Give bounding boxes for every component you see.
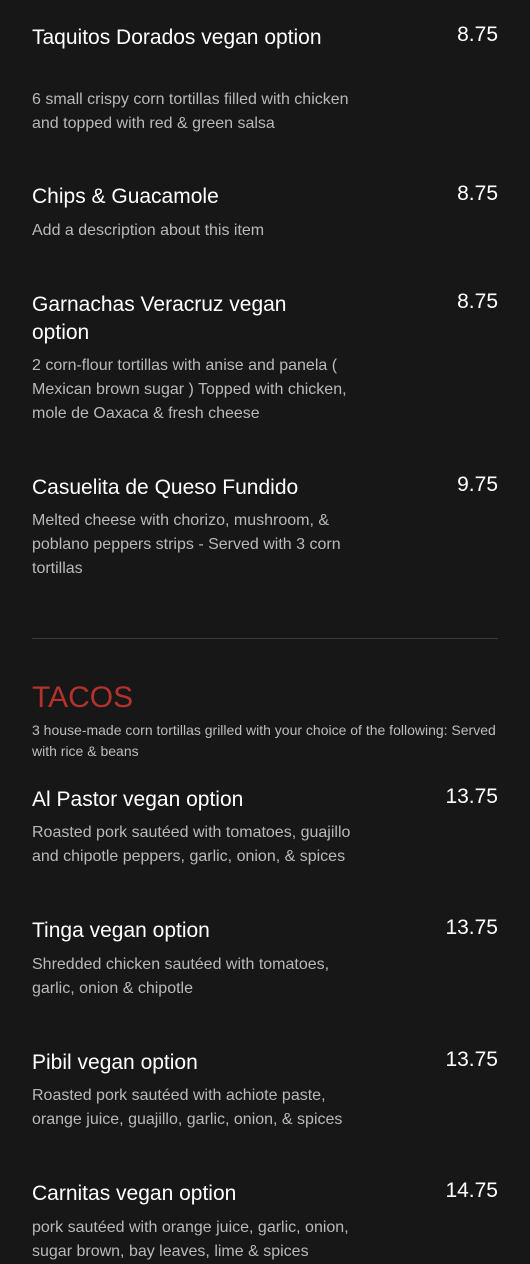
item-price: 9.75	[457, 473, 498, 496]
item-description: pork sautéed with orange juice, garlic, …	[32, 1219, 349, 1260]
item-price: 13.75	[445, 916, 498, 939]
item-name: Tinga vegan option	[32, 919, 210, 942]
section-title: TACOS	[32, 681, 134, 714]
item-name: Carnitas vegan option	[32, 1182, 237, 1205]
item-price: 8.75	[457, 182, 498, 205]
item-name: Taquitos Dorados vegan option	[32, 26, 322, 49]
item-price: 13.75	[445, 785, 498, 808]
item-description: Add a description about this item	[32, 222, 265, 239]
item-name: Garnachas Veracruz vegan option	[32, 293, 287, 344]
item-name: Al Pastor vegan option	[32, 788, 244, 811]
item-description: 2 corn-flour tortillas with anise and pa…	[32, 357, 347, 422]
item-name: Pibil vegan option	[32, 1051, 198, 1074]
item-description: Roasted pork sautéed with tomatoes, guaj…	[32, 824, 351, 865]
item-price: 14.75	[445, 1179, 498, 1202]
item-price: 8.75	[457, 290, 498, 313]
item-description: 6 small crispy corn tortillas filled wit…	[32, 91, 349, 132]
item-description: Shredded chicken sautéed with tomatoes, …	[32, 956, 330, 997]
section-description: 3 house-made corn tortillas grilled with…	[32, 722, 496, 759]
item-price: 8.75	[457, 23, 498, 46]
item-description: Roasted pork sautéed with achiote paste,…	[32, 1087, 343, 1128]
item-price: 13.75	[445, 1048, 498, 1071]
item-description: Melted cheese with chorizo, mushroom, & …	[32, 512, 341, 577]
item-name: Chips & Guacamole	[32, 185, 219, 208]
section-divider	[32, 638, 498, 639]
item-name: Casuelita de Queso Fundido	[32, 476, 299, 499]
